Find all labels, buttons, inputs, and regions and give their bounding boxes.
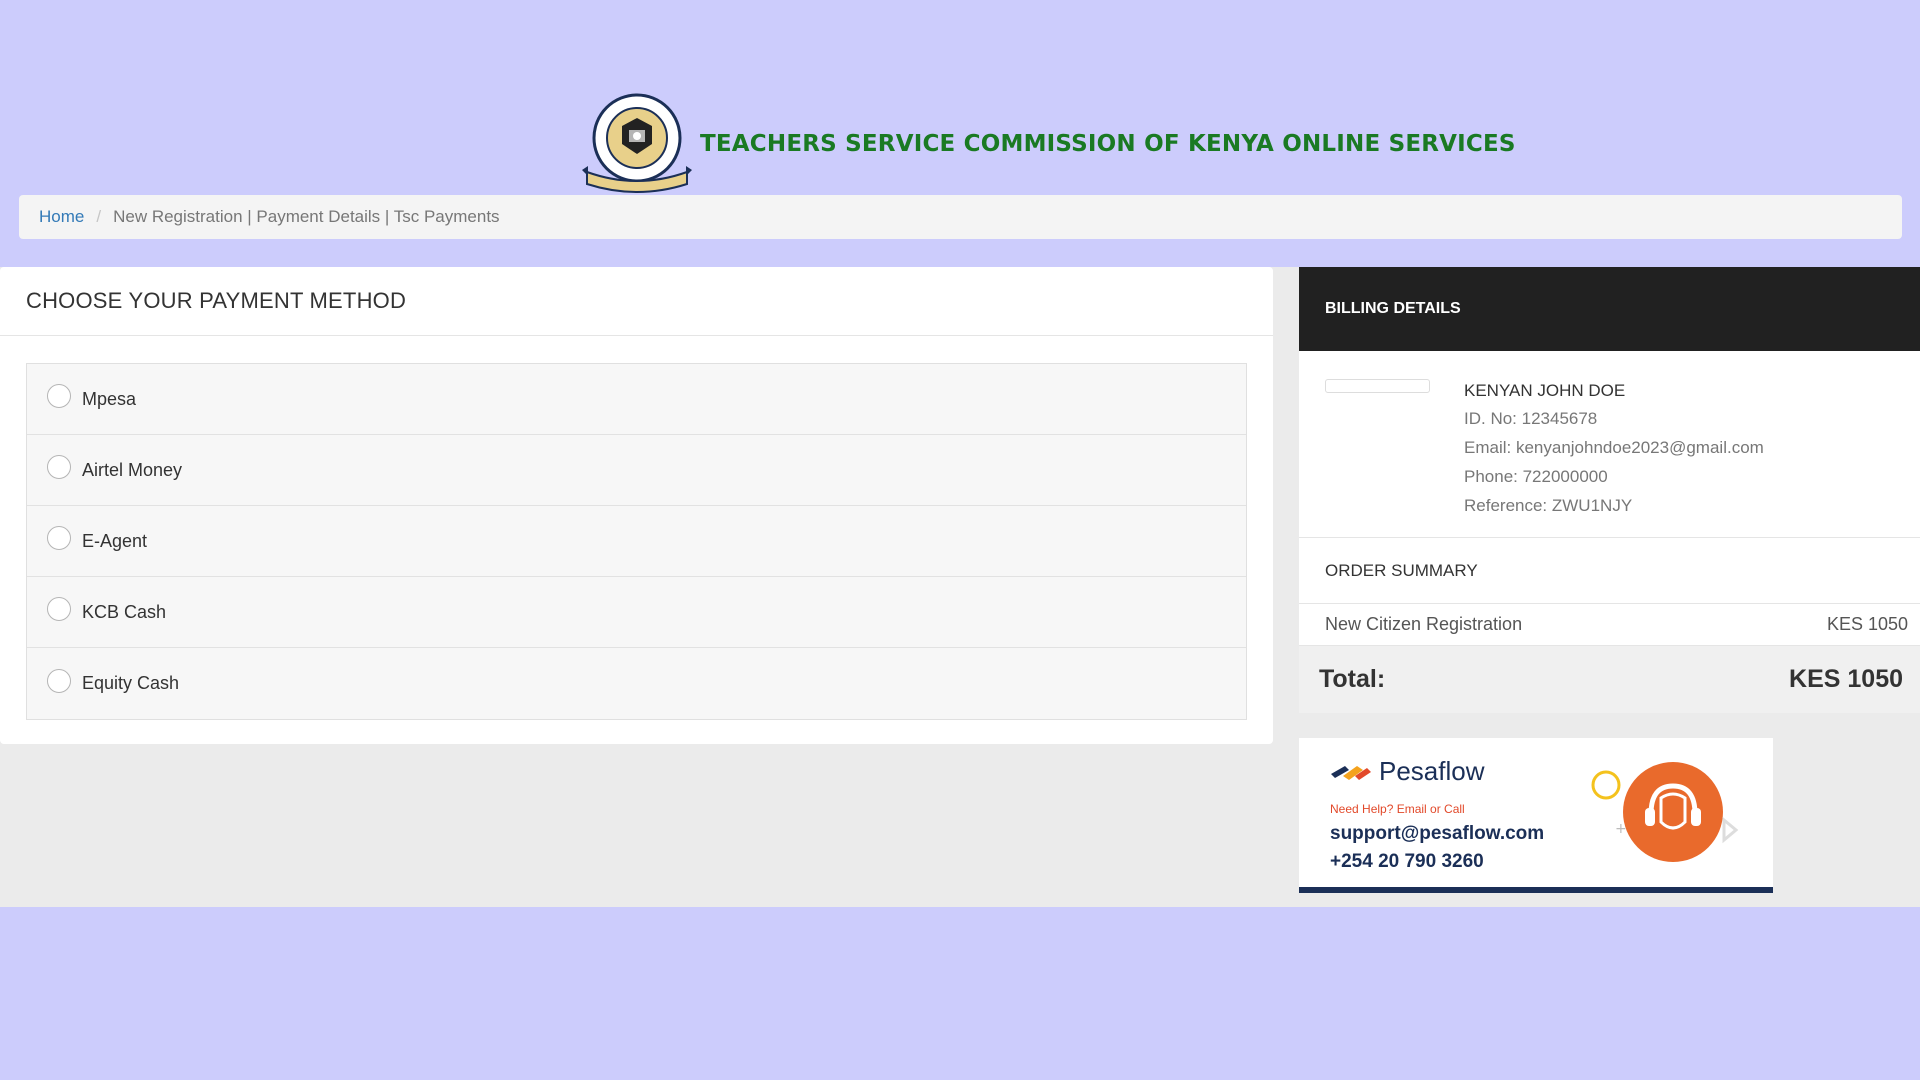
breadcrumb-separator: / [96, 207, 102, 226]
billing-header: BILLING DETAILS [1299, 267, 1920, 351]
billing-title: BILLING DETAILS [1325, 300, 1461, 317]
order-total-row: Total: KES 1050 [1299, 646, 1920, 713]
payment-option-airtel-money[interactable]: Airtel Money [27, 435, 1246, 506]
radio-button[interactable] [47, 384, 71, 408]
tsc-emblem-logo [582, 93, 692, 193]
payment-option-e-agent[interactable]: E-Agent [27, 506, 1246, 577]
payment-option-label: KCB Cash [82, 601, 167, 622]
billing-info: KENYAN JOHN DOE ID. No: 12345678 Email: … [1299, 351, 1920, 538]
billing-phone: Phone: 722000000 [1464, 467, 1608, 486]
pesaflow-brand-name: Pesaflow [1379, 756, 1485, 786]
billing-name: KENYAN JOHN DOE [1464, 381, 1626, 400]
radio-button[interactable] [47, 597, 71, 621]
pesaflow-support-banner: Pesaflow Need Help? Email or Call suppor… [1299, 738, 1773, 893]
order-item-name: New Citizen Registration [1325, 614, 1523, 634]
order-summary-header: ORDER SUMMARY [1299, 538, 1920, 604]
order-line-item: New Citizen Registration KES 1050 [1299, 604, 1920, 646]
payment-option-mpesa[interactable]: Mpesa [27, 364, 1246, 435]
pesaflow-logo-icon [1331, 765, 1371, 780]
payment-option-equity-cash[interactable]: Equity Cash [27, 648, 1246, 719]
payment-option-kcb-cash[interactable]: KCB Cash [27, 577, 1246, 648]
billing-id: ID. No: 12345678 [1464, 409, 1598, 428]
pesaflow-support-phone[interactable]: +254 20 790 3260 [1330, 851, 1484, 873]
payment-option-label: Airtel Money [82, 459, 183, 480]
svg-text:+: + [1615, 821, 1627, 837]
radio-button[interactable] [47, 668, 71, 693]
total-label: Total: [1319, 665, 1386, 693]
breadcrumb-current: New Registration | Payment Details | Tsc… [113, 207, 500, 226]
billing-details-panel: BILLING DETAILS KENYAN JOHN DOE ID. No: … [1299, 267, 1920, 713]
billing-email: Email: kenyanjohndoe2023@gmail.com [1464, 438, 1764, 457]
payment-panel-title: CHOOSE YOUR PAYMENT METHOD [26, 288, 407, 313]
payment-method-panel: CHOOSE YOUR PAYMENT METHOD Mpesa Airtel … [0, 267, 1273, 744]
breadcrumb-home-link[interactable]: Home [39, 207, 84, 227]
pesaflow-help-text: Need Help? Email or Call [1330, 802, 1465, 816]
order-item-amount: KES 1050 [1826, 614, 1908, 634]
radio-button[interactable] [47, 455, 71, 479]
payment-panel-header: CHOOSE YOUR PAYMENT METHOD [0, 267, 1273, 336]
billing-reference: Reference: ZWU1NJY [1464, 496, 1633, 515]
order-summary-title: ORDER SUMMARY [1325, 560, 1478, 580]
site-header: TEACHERS SERVICE COMMISSION OF KENYA ONL… [582, 92, 1516, 196]
billing-info-lines: KENYAN JOHN DOE ID. No: 12345678 Email: … [1464, 381, 1764, 525]
headset-support-icon: + [1591, 762, 1739, 862]
payment-option-label: E-Agent [82, 530, 148, 551]
pesaflow-support-email[interactable]: support@pesaflow.com [1330, 823, 1544, 845]
breadcrumb: Home / New Registration | Payment Detail… [19, 195, 1902, 239]
total-amount: KES 1050 [1789, 665, 1903, 693]
avatar-placeholder [1325, 379, 1430, 393]
payment-option-label: Equity Cash [82, 673, 180, 693]
pesaflow-brand: Pesaflow [1329, 756, 1485, 787]
payment-method-list: Mpesa Airtel Money E-Agent KCB Cash Equi… [26, 363, 1247, 720]
payment-option-label: Mpesa [82, 388, 137, 409]
radio-button[interactable] [47, 526, 71, 550]
site-title: TEACHERS SERVICE COMMISSION OF KENYA ONL… [700, 131, 1516, 157]
